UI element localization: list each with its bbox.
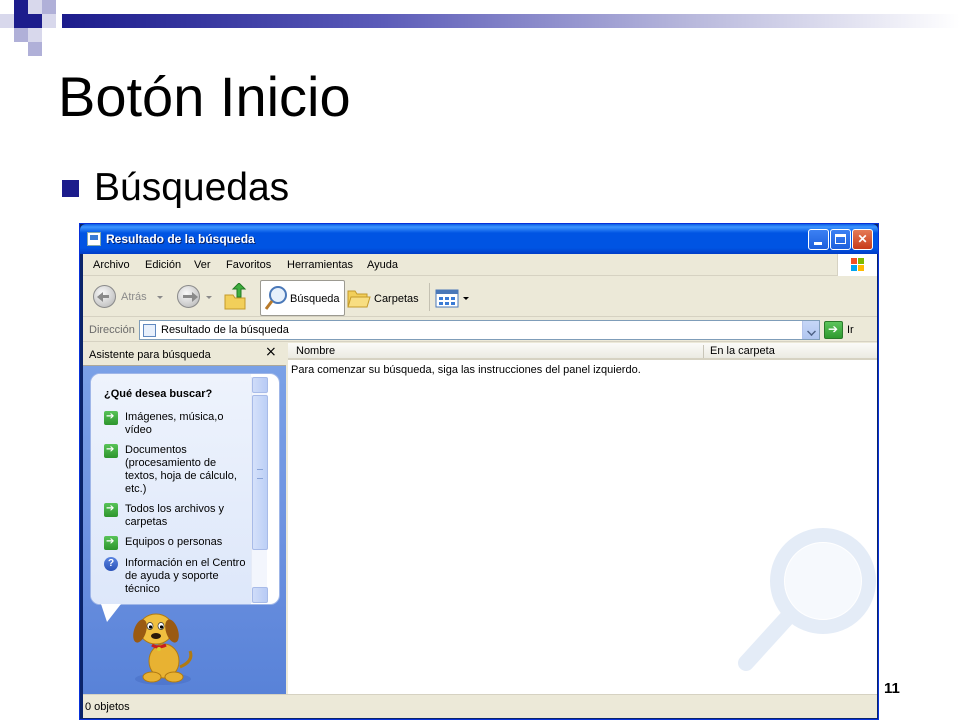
assistant-title: Asistente para búsqueda	[89, 349, 211, 361]
forward-arrow-icon	[177, 285, 200, 308]
help-question-icon: ?	[104, 557, 118, 571]
column-name[interactable]: Nombre	[296, 345, 335, 357]
maximize-icon	[835, 234, 846, 244]
bubble-tail	[101, 604, 121, 622]
address-bar: Dirección Resultado de la búsqueda Ir	[83, 318, 877, 342]
folders-icon	[347, 290, 371, 308]
corner-square-1	[14, 0, 28, 14]
option-label[interactable]: Todos los archivos y carpetas	[125, 503, 250, 529]
corner-square-3	[42, 0, 56, 14]
corner-square-2	[28, 0, 42, 14]
up-folder-icon	[224, 283, 247, 310]
corner-square-6	[28, 14, 42, 28]
green-arrow-icon	[104, 443, 118, 458]
status-bar: 0 objetos	[83, 694, 877, 718]
option-label[interactable]: Información en el Centro de ayuda y sopo…	[125, 557, 250, 596]
back-label: Atrás	[121, 291, 147, 303]
minimize-button[interactable]	[808, 229, 829, 250]
window-title: Resultado de la búsqueda	[106, 232, 255, 246]
magnifier-watermark-icon	[738, 528, 876, 671]
green-arrow-icon	[104, 410, 118, 425]
results-pane: Nombre En la carpeta Para comenzar su bú…	[288, 343, 877, 696]
page-number: 11	[884, 680, 900, 697]
bubble-content: ¿Qué desea buscar? Imágenes, música,o ví…	[91, 374, 251, 604]
corner-square-7	[42, 14, 56, 28]
up-folder-button[interactable]	[223, 281, 249, 313]
green-arrow-icon	[104, 535, 118, 550]
views-button[interactable]	[435, 281, 471, 313]
results-message: Para comenzar su búsqueda, siga las inst…	[291, 364, 641, 376]
folders-label: Carpetas	[374, 293, 419, 305]
search-assistant-pane: Asistente para búsqueda × ¿Qué desea bus…	[83, 343, 286, 696]
forward-button[interactable]	[175, 281, 215, 313]
search-magnifier-icon	[264, 286, 287, 310]
go-button[interactable]	[824, 321, 843, 339]
back-button[interactable]: Atrás	[91, 281, 167, 313]
menu-archivo[interactable]: Archivo	[93, 259, 130, 271]
option-label[interactable]: Imágenes, música,o vídeo	[125, 411, 250, 437]
search-window: Resultado de la búsqueda ✕ Archivo Edici…	[79, 223, 879, 720]
menu-favoritos[interactable]: Favoritos	[226, 259, 271, 271]
title-bar[interactable]: Resultado de la búsqueda ✕	[80, 224, 878, 254]
search-window-icon	[87, 232, 101, 246]
address-input[interactable]: Resultado de la búsqueda	[139, 320, 820, 340]
search-dog-icon[interactable]	[128, 609, 198, 687]
search-label: Búsqueda	[290, 293, 340, 305]
option-label[interactable]: Documentos (procesamiento de textos, hoj…	[125, 444, 250, 496]
assistant-question: ¿Qué desea buscar?	[104, 388, 213, 400]
slide: Botón Inicio Búsquedas 11 Resultado de l…	[0, 0, 960, 720]
green-arrow-icon	[104, 502, 118, 517]
corner-square-8	[14, 28, 28, 42]
menu-bar: Archivo Edición Ver Favoritos Herramient…	[83, 254, 877, 276]
address-label: Dirección	[89, 324, 135, 336]
close-pane-icon[interactable]: ×	[265, 344, 277, 360]
bullet-text: Búsquedas	[94, 166, 290, 209]
close-button[interactable]: ✕	[852, 229, 873, 250]
results-column-header: Nombre En la carpeta	[288, 343, 877, 360]
scroll-thumb[interactable]	[252, 395, 268, 550]
folders-button[interactable]: Carpetas	[347, 281, 425, 313]
views-dropdown-icon[interactable]	[463, 297, 469, 300]
menu-ayuda[interactable]: Ayuda	[367, 259, 398, 271]
windows-flag-icon	[851, 258, 865, 272]
scroll-up-icon[interactable]	[252, 377, 268, 393]
top-gradient-bar	[62, 14, 960, 28]
toolbar: Atrás Búsqueda Carpetas	[83, 277, 877, 317]
search-results-icon	[143, 324, 156, 337]
option-label[interactable]: Equipos o personas	[125, 536, 250, 549]
address-value: Resultado de la búsqueda	[161, 324, 289, 336]
menu-herramientas[interactable]: Herramientas	[287, 259, 353, 271]
column-folder[interactable]: En la carpeta	[710, 345, 775, 357]
back-arrow-icon	[93, 285, 116, 308]
window-body: Archivo Edición Ver Favoritos Herramient…	[83, 254, 877, 718]
forward-dropdown-icon[interactable]	[206, 296, 212, 299]
corner-square-10	[28, 42, 42, 56]
menu-ver[interactable]: Ver	[194, 259, 211, 271]
address-dropdown-icon[interactable]	[802, 321, 819, 339]
toolbar-separator	[429, 283, 430, 311]
status-text: 0 objetos	[85, 701, 130, 713]
bubble-scrollbar[interactable]	[251, 377, 268, 603]
minimize-icon	[814, 242, 822, 245]
assistant-header: Asistente para búsqueda ×	[83, 343, 286, 366]
menu-edicion[interactable]: Edición	[145, 259, 181, 271]
go-label[interactable]: Ir	[847, 324, 854, 336]
windows-logo-area	[837, 254, 877, 276]
views-icon	[435, 289, 459, 308]
column-separator[interactable]	[703, 345, 704, 358]
slide-title: Botón Inicio	[58, 65, 351, 128]
scroll-down-icon[interactable]	[252, 587, 268, 603]
corner-square-9	[28, 28, 42, 42]
corner-square-4	[0, 14, 14, 28]
back-dropdown-icon[interactable]	[157, 296, 163, 299]
corner-square-5	[14, 14, 28, 28]
assistant-bubble: ¿Qué desea buscar? Imágenes, música,o ví…	[90, 373, 280, 605]
bullet-square-icon	[62, 180, 79, 197]
maximize-button[interactable]	[830, 229, 851, 250]
search-button[interactable]: Búsqueda	[260, 280, 345, 316]
